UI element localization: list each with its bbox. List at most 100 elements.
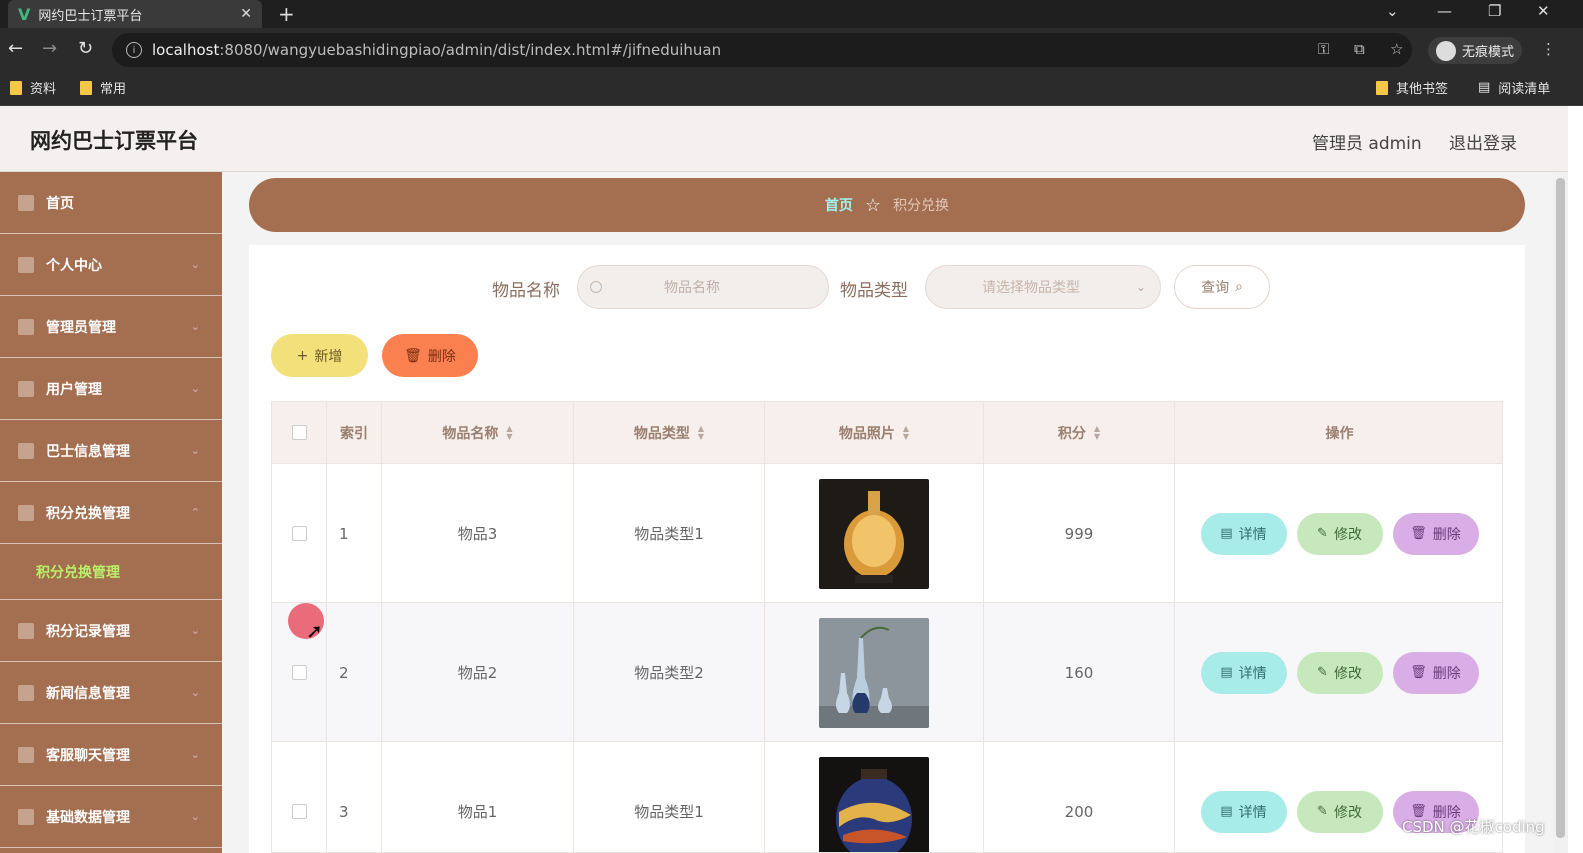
tab-search-icon[interactable]: ⌄ (1386, 2, 1399, 20)
home-icon (18, 194, 34, 211)
sidebar-item-label: 基础数据管理 (46, 809, 130, 826)
doc-icon: ▤ (1220, 526, 1233, 541)
sidebar-item-admins[interactable]: 管理员管理 ⌄ (0, 296, 222, 358)
forward-icon[interactable]: → (42, 38, 57, 59)
sidebar-item-news[interactable]: 新闻信息管理 ⌄ (0, 662, 222, 724)
sidebar-item-points-exchange[interactable]: 积分兑换管理 ⌃ (0, 482, 222, 544)
doc-icon: ▤ (1220, 804, 1233, 819)
type-cell: 物品类型1 (574, 742, 765, 852)
sidebar-item-home[interactable]: 首页 (0, 172, 222, 234)
bookmark-star-icon[interactable]: ☆ (1390, 40, 1403, 58)
url-input[interactable]: i localhost :8080/wangyuebashidingpiao/a… (112, 33, 1412, 67)
incognito-badge[interactable]: 无痕模式 (1428, 37, 1523, 64)
search-icon (590, 281, 602, 293)
new-tab-icon[interactable]: + (278, 2, 295, 26)
row-checkbox[interactable] (291, 804, 307, 819)
detail-button[interactable]: ▤ 详情 (1200, 651, 1287, 694)
edit-label: 修改 (1333, 665, 1362, 682)
breadcrumb-current: 积分兑换 (893, 198, 950, 214)
delete-button[interactable]: 🗑 删除 (1392, 512, 1479, 555)
photo-cell (765, 742, 984, 853)
sort-icon[interactable]: ▲ ▼ (1094, 424, 1100, 441)
sort-icon[interactable]: ▲ ▼ (903, 424, 909, 441)
sidebar-item-chat[interactable]: 客服聊天管理 ⌄ (0, 724, 222, 786)
translate-icon[interactable]: ⧉ (1354, 40, 1365, 58)
index-cell: 1 (327, 464, 382, 603)
col-type[interactable]: 物品类型 ▲ ▼ (574, 402, 765, 463)
sort-icon[interactable]: ▲ ▼ (698, 424, 704, 441)
chevron-down-icon: ⌄ (190, 624, 200, 637)
logout-button[interactable]: 退出登录 (1449, 129, 1517, 154)
news-icon (18, 684, 34, 701)
edit-button[interactable]: ✎ 修改 (1296, 651, 1383, 694)
sidebar-item-profile[interactable]: 个人中心 ⌄ (0, 234, 222, 296)
header-label: 操作 (1325, 425, 1354, 442)
chevron-down-icon: ⌄ (190, 258, 200, 271)
sort-icon[interactable]: ▲ ▼ (506, 424, 512, 441)
other-bookmarks[interactable]: 其他书签 (1376, 78, 1448, 97)
mail-icon (18, 318, 34, 335)
breadcrumb-home[interactable]: 首页 (825, 195, 853, 215)
item-photo[interactable] (819, 756, 929, 853)
row-checkbox[interactable] (291, 665, 307, 680)
chevron-down-icon: ⌄ (1135, 280, 1146, 294)
minimize-icon[interactable]: — (1437, 2, 1452, 20)
reload-icon[interactable]: ↻ (78, 38, 93, 59)
bookmark-folder-1[interactable]: 资料 (10, 78, 56, 97)
sidebar-item-points-records[interactable]: 积分记录管理 ⌄ (0, 600, 222, 662)
edit-button[interactable]: ✎ 修改 (1296, 512, 1383, 555)
chart-icon (18, 442, 34, 459)
detail-button[interactable]: ▤ 详情 (1200, 790, 1287, 833)
points-cell: 200 (984, 742, 1175, 852)
add-button[interactable]: + 新增 (271, 334, 368, 377)
grid-icon (18, 622, 34, 639)
batch-delete-button[interactable]: 🗑 删除 (382, 334, 478, 377)
user-mgmt-icon (18, 380, 34, 397)
bookmark-folder-2[interactable]: 常用 (80, 78, 126, 97)
app-title: 网约巴士订票平台 (30, 129, 198, 153)
back-icon[interactable]: ← (8, 38, 23, 59)
vue-logo-icon: V (18, 4, 31, 24)
scrollbar-thumb[interactable] (1556, 178, 1565, 838)
delete-label: 删除 (427, 348, 456, 365)
sidebar-item-bus-info[interactable]: 巴士信息管理 ⌄ (0, 420, 222, 482)
actions-cell: ▤ 详情 ✎ 修改 🗑 删除 (1175, 464, 1502, 603)
menu-dots-icon[interactable]: ⋮ (1541, 40, 1556, 58)
close-window-icon[interactable]: ✕ (1537, 2, 1550, 20)
reading-list[interactable]: ▤ 阅读清单 (1478, 78, 1550, 97)
pencil-icon: ✎ (1317, 526, 1328, 541)
bookmark-label: 资料 (30, 82, 57, 97)
item-type-placeholder: 请选择物品类型 (982, 280, 1080, 296)
trash-icon: 🗑 (1410, 665, 1427, 680)
col-name[interactable]: 物品名称 ▲ ▼ (382, 402, 574, 463)
sidebar-subitem-points-exchange[interactable]: 积分兑换管理 (0, 545, 222, 600)
edit-button[interactable]: ✎ 修改 (1296, 790, 1383, 833)
item-photo[interactable] (819, 478, 929, 589)
watermark: CSDN @花椒coding (1402, 818, 1545, 836)
col-points[interactable]: 积分 ▲ ▼ (984, 402, 1175, 463)
edit-label: 修改 (1333, 526, 1362, 543)
sidebar-item-base-data[interactable]: 基础数据管理 ⌄ (0, 786, 222, 848)
sidebar-item-users[interactable]: 用户管理 ⌄ (0, 358, 222, 420)
browser-tab[interactable]: V 网约巴士订票平台 ✕ (8, 0, 262, 28)
name-cell: 物品1 (382, 742, 574, 852)
detail-button[interactable]: ▤ 详情 (1200, 512, 1287, 555)
item-name-input[interactable]: 物品名称 (577, 265, 829, 309)
delete-button[interactable]: 🗑 删除 (1392, 651, 1479, 694)
site-info-icon[interactable]: i (126, 42, 142, 58)
folder-icon (10, 80, 22, 95)
col-photo[interactable]: 物品照片 ▲ ▼ (765, 402, 984, 463)
incognito-icon (1436, 40, 1456, 61)
header-label: 物品照片 (838, 425, 895, 442)
query-button[interactable]: 查询 ⌕ (1174, 265, 1270, 309)
select-all-checkbox[interactable] (291, 425, 307, 440)
item-photo[interactable] (819, 617, 929, 728)
restore-icon[interactable]: ❐ (1488, 2, 1501, 20)
row-checkbox[interactable] (291, 526, 307, 541)
close-tab-icon[interactable]: ✕ (240, 6, 252, 22)
item-type-select[interactable]: 请选择物品类型 ⌄ (925, 265, 1161, 309)
key-icon[interactable]: ⚿ (1318, 40, 1329, 58)
header-label: 索引 (340, 425, 368, 442)
mouse-cursor-icon: ➚ (306, 619, 323, 643)
detail-label: 详情 (1238, 665, 1267, 682)
